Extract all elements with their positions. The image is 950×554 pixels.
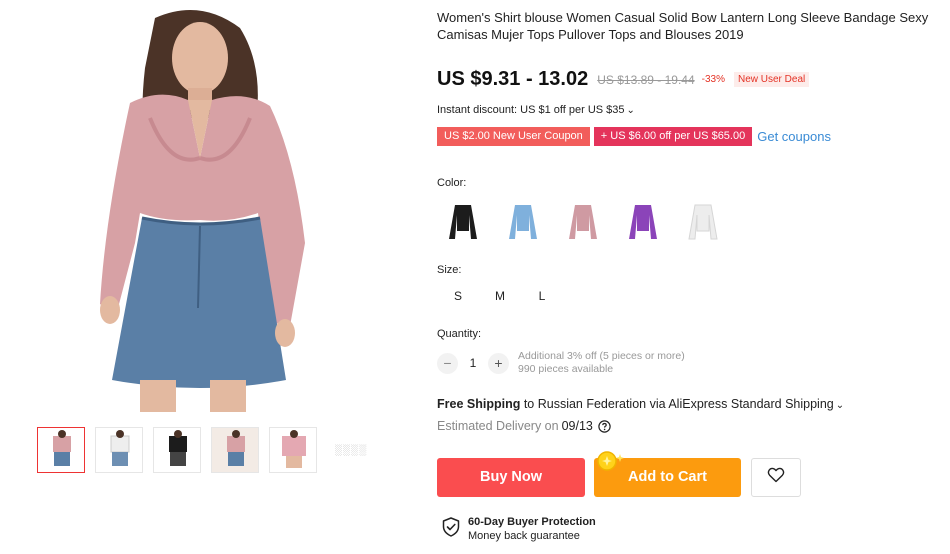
color-swatch-blue[interactable] — [500, 197, 545, 245]
thumbnail-2[interactable] — [95, 427, 143, 473]
product-gallery: ░░░░ — [0, 0, 430, 554]
quantity-increase-button[interactable]: + — [488, 352, 509, 374]
chevron-down-icon: ⌄ — [626, 105, 635, 116]
quantity-decrease-button[interactable]: − — [437, 352, 458, 374]
wishlist-button[interactable] — [751, 458, 801, 497]
estimated-delivery-date: 09/13 — [561, 419, 593, 433]
chevron-down-icon: ⌄ — [835, 400, 845, 411]
thumbnail-1[interactable] — [37, 427, 85, 473]
thumbnail-4[interactable] — [211, 427, 259, 473]
thumbnail-3[interactable] — [153, 427, 201, 473]
get-coupons-link[interactable]: Get coupons — [757, 129, 831, 144]
model-photo-illustration — [60, 8, 350, 412]
size-option-m[interactable]: M — [479, 289, 521, 303]
quantity-stepper: − 1 + Additional 3% off (5 pieces or mor… — [437, 350, 685, 376]
new-user-deal-badge: New User Deal — [733, 72, 810, 87]
new-user-coupon[interactable]: US $2.00 New User Coupon — [437, 127, 590, 146]
thumbnail-strip: ░░░░ — [37, 427, 375, 473]
store-coupon[interactable]: + US $6.00 off per US $65.00 — [593, 127, 753, 146]
buy-now-button[interactable]: Buy Now — [437, 458, 585, 497]
buyer-protection-text: 60-Day Buyer Protection Money back guara… — [468, 515, 596, 543]
current-price: US $9.31 - 13.02 — [437, 68, 589, 90]
bulk-discount-note: Additional 3% off (5 pieces or more) — [518, 350, 685, 362]
stock-available: 990 pieces available — [518, 363, 614, 375]
instant-discount[interactable]: Instant discount: US $1 off per US $35 ⌄ — [437, 104, 635, 116]
original-price: US $13.89 - 19.44 — [597, 72, 695, 87]
coin-icon — [596, 449, 626, 488]
shield-check-icon — [442, 516, 460, 542]
product-title: Women's Shirt blouse Women Casual Solid … — [437, 10, 929, 42]
instant-discount-text: Instant discount: US $1 off per US $35 — [437, 104, 625, 116]
add-to-cart-button[interactable]: Add to Cart — [594, 451, 741, 497]
help-icon[interactable] — [598, 419, 611, 433]
quantity-info: Additional 3% off (5 pieces or more) 990… — [518, 350, 685, 376]
estimated-delivery-label: Estimated Delivery on — [437, 419, 559, 433]
quantity-label: Quantity: — [437, 328, 482, 340]
color-swatch-black[interactable] — [440, 197, 485, 245]
thumbnail-5[interactable] — [269, 427, 317, 473]
size-option-s[interactable]: S — [437, 289, 479, 303]
shipping-info[interactable]: Free Shipping to Russian Federation via … — [437, 397, 844, 411]
color-swatch-purple[interactable] — [620, 197, 665, 245]
color-options — [440, 197, 725, 245]
quantity-value[interactable]: 1 — [458, 356, 488, 370]
size-option-l[interactable]: L — [521, 289, 563, 303]
buyer-protection: 60-Day Buyer Protection Money back guara… — [442, 515, 596, 543]
shipping-destination: to Russian Federation via AliExpress Sta… — [520, 397, 834, 411]
coupon-row: US $2.00 New User Coupon + US $6.00 off … — [437, 127, 831, 146]
color-label: Color: — [437, 177, 467, 189]
buyer-protection-title: 60-Day Buyer Protection — [468, 516, 596, 528]
price-row: US $9.31 - 13.02 US $13.89 - 19.44 -33% … — [437, 68, 810, 91]
add-to-cart-label: Add to Cart — [628, 469, 707, 485]
heart-icon — [767, 467, 785, 488]
buyer-protection-subtitle: Money back guarantee — [468, 530, 580, 542]
free-shipping-label: Free Shipping — [437, 397, 521, 411]
color-swatch-white[interactable] — [680, 197, 725, 245]
purchase-actions: Buy Now Add to Cart — [437, 451, 801, 497]
thumbnail-more[interactable]: ░░░░ — [327, 427, 375, 473]
estimated-delivery: Estimated Delivery on 09/13 — [437, 419, 611, 433]
size-options: S M L — [437, 289, 563, 303]
main-product-image[interactable] — [60, 8, 350, 412]
size-label: Size: — [437, 264, 462, 276]
discount-percent: -33% — [701, 74, 725, 85]
color-swatch-pink[interactable] — [560, 197, 605, 245]
